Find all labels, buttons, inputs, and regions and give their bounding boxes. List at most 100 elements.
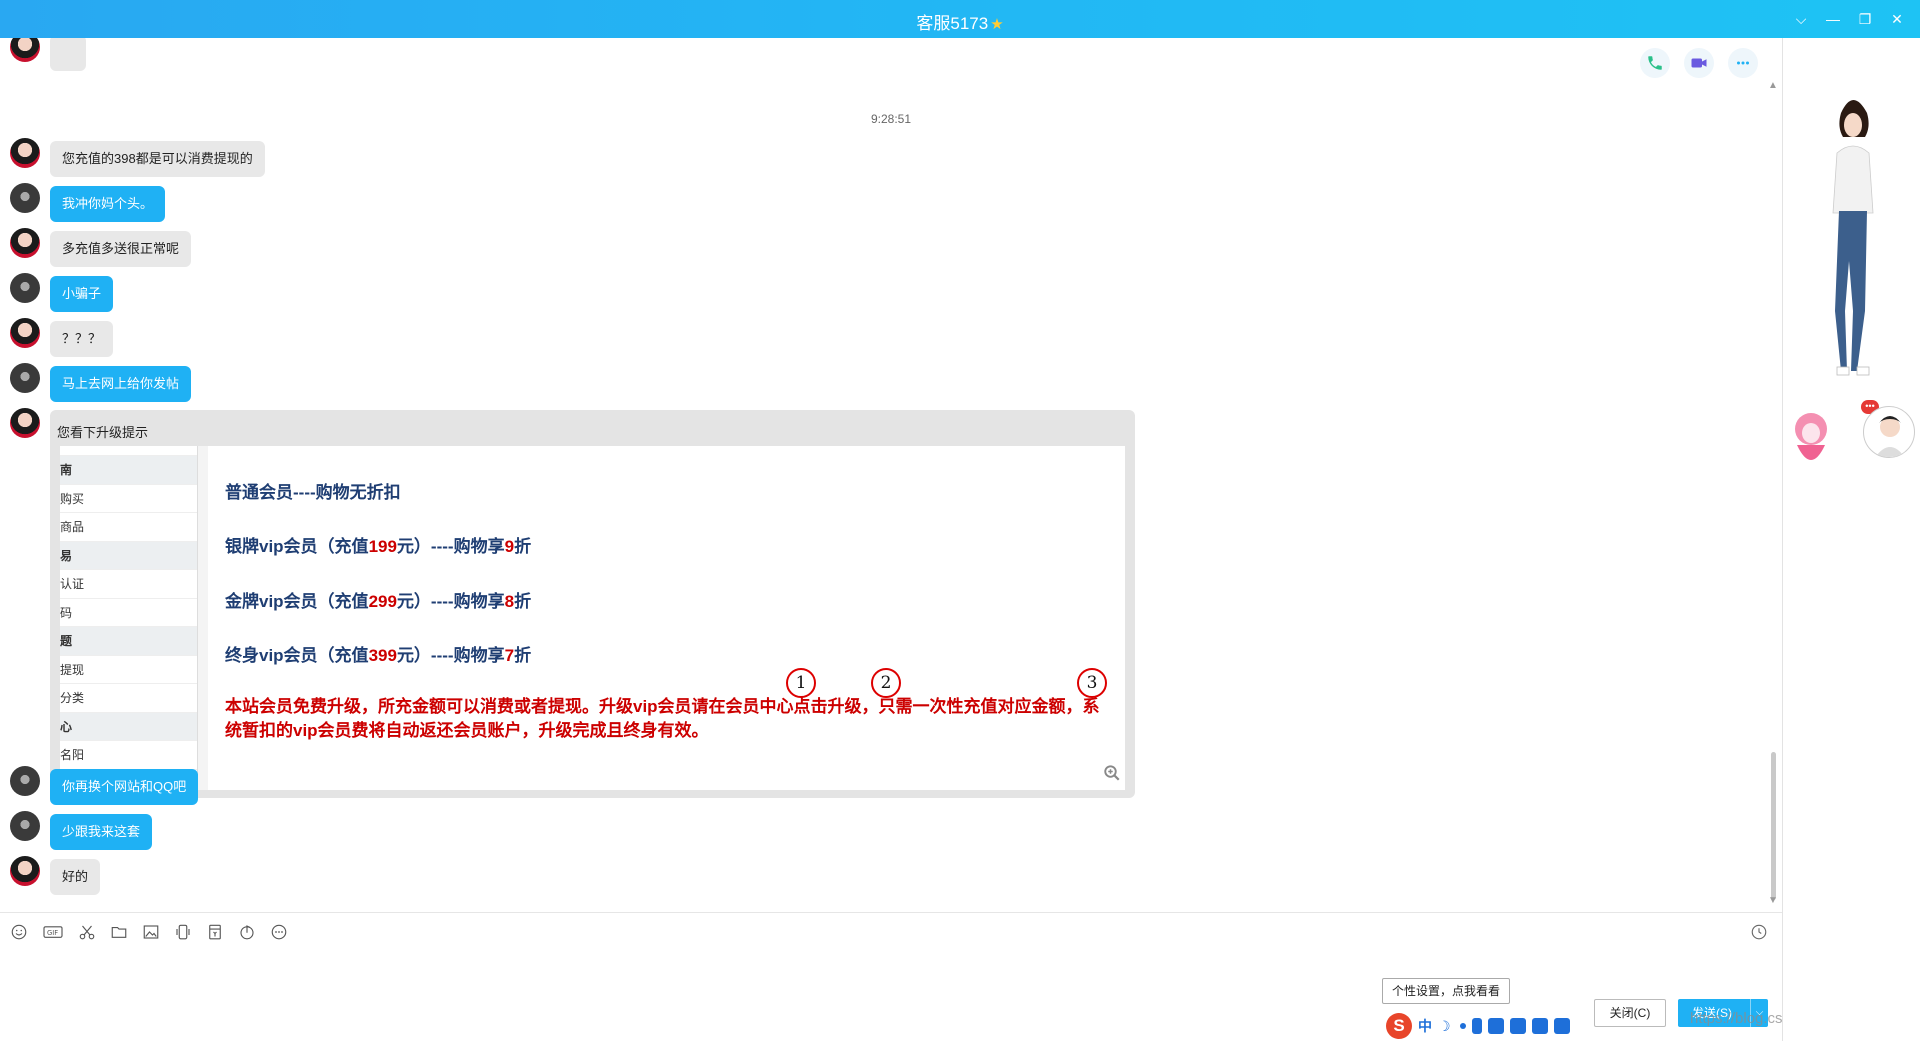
avatar-figure-image[interactable] bbox=[1823, 93, 1883, 393]
tier-text: 元）----购物享 bbox=[396, 646, 505, 665]
moon-icon[interactable]: ☽ bbox=[1438, 1018, 1454, 1034]
scroll-up-icon[interactable]: ▲ bbox=[1768, 80, 1778, 91]
image-icon bbox=[143, 925, 159, 939]
annotation-marker: 3 bbox=[1077, 668, 1107, 698]
screenshot-button[interactable] bbox=[76, 921, 98, 943]
sidenav-item: 码 bbox=[60, 599, 197, 627]
avatar bbox=[10, 38, 40, 62]
sidenav-item: 易 bbox=[60, 541, 197, 570]
message-row: 您充值的398都是可以消费提现的 bbox=[10, 138, 265, 177]
gif-button[interactable]: GIF bbox=[40, 921, 66, 943]
show-panel: ••• bbox=[1782, 38, 1920, 1041]
message-row: 马上去网上给你发帖 bbox=[10, 363, 192, 402]
message-row: 少跟我来这套 bbox=[10, 811, 153, 850]
sidenav-item: 购买 bbox=[60, 485, 197, 513]
sogou-logo-icon[interactable]: S bbox=[1386, 1013, 1412, 1039]
title-bar: 客服5173 ★ ⌵ — ❐ ✕ bbox=[0, 0, 1920, 38]
punctuation-icon[interactable] bbox=[1460, 1023, 1466, 1029]
message-bubble: 小骗子 bbox=[50, 276, 114, 312]
input-toolbar: GIF bbox=[8, 921, 290, 943]
timestamp: 9:28:51 bbox=[870, 112, 912, 126]
tier-text: 银牌vip会员（充值 bbox=[225, 537, 369, 556]
sidenav-item: 题 bbox=[60, 627, 197, 656]
chat-scrollbar[interactable]: ▲ ▼ bbox=[1767, 80, 1778, 906]
screenshot-divider bbox=[198, 446, 208, 790]
avatar bbox=[10, 138, 40, 168]
message-bubble: 好的 bbox=[50, 859, 101, 895]
pet-character-image[interactable] bbox=[1783, 403, 1843, 473]
history-button[interactable] bbox=[1748, 921, 1770, 943]
folder-icon bbox=[111, 926, 127, 938]
tier-line: 终身vip会员（充值399元）----购物享7折 bbox=[225, 641, 531, 666]
zoom-in-icon[interactable] bbox=[1103, 764, 1121, 782]
sidenav-item: 商品 bbox=[60, 513, 197, 542]
emoji-button[interactable] bbox=[8, 921, 30, 943]
scissors-icon bbox=[79, 925, 95, 940]
contact-avatar[interactable] bbox=[1863, 406, 1915, 458]
message-row: 多充值多送很正常呢 bbox=[10, 228, 192, 267]
folder-button[interactable] bbox=[108, 921, 130, 943]
keyboard-icon[interactable] bbox=[1488, 1018, 1504, 1034]
tier-line: 金牌vip会员（充值299元）----购物享8折 bbox=[225, 587, 531, 612]
video-call-button[interactable] bbox=[1684, 48, 1714, 78]
red-packet-icon bbox=[209, 924, 221, 940]
scroll-down-icon[interactable]: ▼ bbox=[1768, 895, 1778, 906]
chevron-down-icon[interactable]: ⌵ bbox=[1790, 8, 1812, 30]
minimize-button[interactable]: — bbox=[1822, 8, 1844, 30]
message-bubble: 马上去网上给你发帖 bbox=[50, 366, 192, 402]
more-button[interactable] bbox=[1728, 48, 1758, 78]
ime-language-toggle[interactable]: 中 bbox=[1418, 1016, 1432, 1036]
tier-line: 普通会员----购物无折扣 bbox=[225, 483, 401, 502]
screenshot-sidenav: 南 购买 商品 易 认证 码 题 提现 分类 心 名阳 bbox=[60, 446, 198, 790]
shake-icon bbox=[176, 924, 190, 940]
tier-text: 元）----购物享 bbox=[396, 592, 505, 611]
upgrade-notice: 普通会员----购物无折扣 银牌vip会员（充值199元）----购物享9折 金… bbox=[225, 446, 1115, 790]
avatar bbox=[10, 273, 40, 303]
message-partial bbox=[10, 38, 86, 71]
avatar bbox=[10, 183, 40, 213]
ime-tooltip: 个性设置，点我看看 bbox=[1382, 978, 1511, 1004]
phone-icon bbox=[1648, 56, 1662, 70]
message-bubble: ？？？ bbox=[50, 321, 114, 357]
message-bubble bbox=[50, 38, 86, 71]
avatar bbox=[10, 318, 40, 348]
scroll-thumb[interactable] bbox=[1771, 752, 1776, 900]
video-camera-icon bbox=[1691, 58, 1707, 68]
star-icon: ★ bbox=[990, 16, 1004, 33]
user-icon[interactable] bbox=[1510, 1018, 1526, 1034]
restore-button[interactable]: ❐ bbox=[1854, 8, 1876, 30]
grid-icon[interactable] bbox=[1554, 1018, 1570, 1034]
sidenav-item: 心 bbox=[60, 712, 197, 741]
contact-avatar-image bbox=[1875, 416, 1905, 457]
music-icon bbox=[240, 925, 254, 940]
avatar bbox=[10, 766, 40, 796]
sidenav-item: 南 bbox=[60, 456, 197, 485]
annotation-marker: 1 bbox=[786, 668, 816, 698]
music-button[interactable] bbox=[236, 921, 258, 943]
window-title: 客服5173 ★ bbox=[0, 9, 1920, 34]
more-tools-button[interactable] bbox=[268, 921, 290, 943]
message-row: 你再换个网站和QQ吧 bbox=[10, 766, 199, 805]
window-controls: ⌵ — ❐ ✕ bbox=[1790, 8, 1908, 30]
shake-button[interactable] bbox=[172, 921, 194, 943]
red-packet-button[interactable] bbox=[204, 921, 226, 943]
message-bubble: 少跟我来这套 bbox=[50, 814, 153, 850]
microphone-icon[interactable] bbox=[1472, 1018, 1482, 1034]
annotation-marker: 2 bbox=[871, 668, 901, 698]
screenshot-image[interactable]: 南 购买 商品 易 认证 码 题 提现 分类 心 名阳 普通会员----购物无折… bbox=[60, 446, 1125, 790]
tier-text: 折 bbox=[514, 537, 532, 556]
more-circle-icon bbox=[271, 924, 287, 940]
close-window-button[interactable]: ✕ bbox=[1886, 8, 1908, 30]
chat-history: 9:28:51 您充值的398都是可以消费提现的 我冲你妈个头。 多充值多送很正… bbox=[0, 38, 1782, 912]
phone-call-button[interactable] bbox=[1640, 48, 1670, 78]
avatar bbox=[10, 228, 40, 258]
close-button[interactable]: 关闭(C) bbox=[1594, 999, 1666, 1027]
skin-icon[interactable] bbox=[1532, 1018, 1548, 1034]
message-input[interactable] bbox=[8, 951, 1378, 1031]
tier-discount: 8 bbox=[504, 592, 515, 611]
tier-amount: 399 bbox=[368, 646, 397, 665]
message-bubble: 你再换个网站和QQ吧 bbox=[50, 769, 199, 805]
sidenav-item: 认证 bbox=[60, 570, 197, 599]
image-button[interactable] bbox=[140, 921, 162, 943]
tier-line: 银牌vip会员（充值199元）----购物享9折 bbox=[225, 532, 531, 557]
